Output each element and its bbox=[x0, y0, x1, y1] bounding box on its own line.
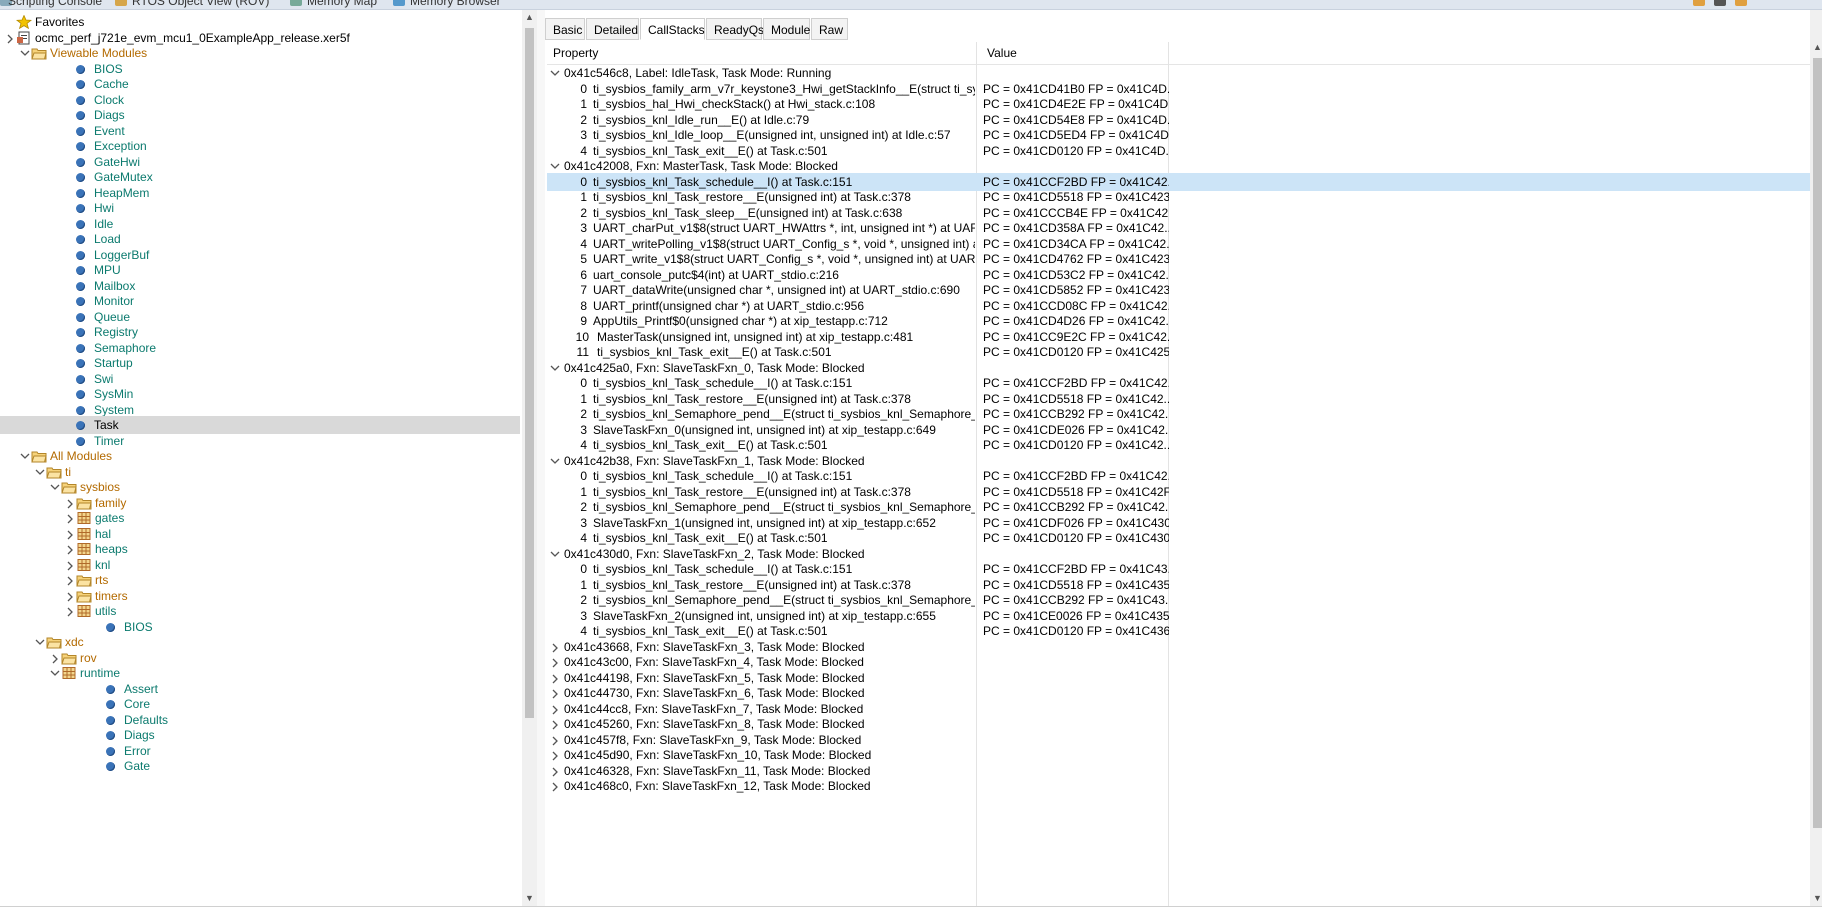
package-icon bbox=[76, 558, 92, 572]
tab-detailed[interactable]: Detailed bbox=[586, 18, 639, 40]
module-icon bbox=[106, 762, 115, 771]
tab-memory-browser[interactable]: Memory Browser bbox=[410, 0, 501, 8]
file-icon bbox=[16, 31, 32, 45]
folder-icon bbox=[76, 589, 92, 603]
folder-icon bbox=[31, 46, 47, 60]
module-icon bbox=[76, 328, 85, 337]
module-icon bbox=[106, 622, 115, 632]
folder-icon bbox=[61, 651, 77, 665]
module-icon bbox=[76, 436, 85, 446]
package-icon bbox=[61, 666, 77, 680]
module-icon bbox=[76, 266, 85, 275]
module-icon bbox=[106, 684, 115, 694]
folder-icon bbox=[46, 635, 62, 649]
tab-readyqs[interactable]: ReadyQs bbox=[706, 18, 764, 40]
table-scroll-up[interactable]: ▲ bbox=[1810, 40, 1822, 55]
toolbar-icon-2[interactable] bbox=[1714, 0, 1726, 6]
module-icon bbox=[76, 312, 85, 322]
module-icon bbox=[76, 173, 85, 182]
memory-map-icon bbox=[290, 0, 302, 6]
tree-item-label: Gate bbox=[124, 759, 151, 773]
module-icon bbox=[76, 374, 85, 384]
value-column-header[interactable]: Value bbox=[981, 42, 1171, 64]
memory-browser-icon bbox=[393, 0, 405, 6]
folder-icon bbox=[46, 465, 62, 479]
module-icon bbox=[76, 359, 85, 368]
package-icon bbox=[76, 527, 92, 541]
table-scrollbar[interactable]: ▲ ▼ bbox=[1810, 10, 1822, 906]
tab-scripting-console[interactable]: Scripting Console bbox=[8, 0, 102, 8]
module-icon bbox=[76, 95, 85, 105]
star-icon bbox=[15, 14, 33, 30]
module-icon bbox=[106, 715, 115, 725]
tree-scroll-up[interactable]: ▲ bbox=[522, 10, 537, 25]
module-icon bbox=[76, 343, 85, 353]
property-cell: 0x41c468c0, Fxn: SlaveTaskFxn_12, Task M… bbox=[547, 777, 975, 795]
module-icon bbox=[76, 390, 85, 399]
module-icon bbox=[106, 746, 115, 756]
value-cell bbox=[983, 777, 1169, 795]
module-icon bbox=[76, 204, 85, 213]
task-label: 0x41c468c0, Fxn: SlaveTaskFxn_12, Task M… bbox=[564, 779, 871, 793]
module-icon bbox=[106, 700, 115, 709]
package-icon bbox=[76, 542, 92, 556]
tab-basic[interactable]: Basic bbox=[545, 18, 585, 40]
module-icon bbox=[76, 405, 85, 415]
tab-raw[interactable]: Raw bbox=[811, 18, 848, 40]
package-icon bbox=[76, 511, 92, 525]
tree-scroll-thumb[interactable] bbox=[525, 28, 534, 718]
tab-callstacks[interactable]: CallStacks bbox=[640, 18, 705, 40]
module-icon bbox=[76, 142, 85, 151]
module-tree: Favorites ocmc_perf_j721e_evm_mcu1_0Examp… bbox=[0, 10, 522, 906]
callstacks-pane: Basic Detailed CallStacks ReadyQs Module Raw … bbox=[545, 10, 1810, 906]
folder-icon bbox=[76, 573, 92, 587]
tree-item-gate[interactable]: Gate bbox=[0, 757, 520, 775]
pane-divider[interactable] bbox=[537, 10, 545, 906]
table-header: Property Value bbox=[547, 42, 1810, 65]
module-icon bbox=[76, 219, 85, 229]
module-icon bbox=[76, 157, 85, 167]
table-scroll-thumb[interactable] bbox=[1813, 58, 1822, 828]
tree-scrollbar[interactable]: ▲ ▼ bbox=[522, 10, 537, 906]
tree-scroll-down[interactable]: ▼ bbox=[522, 891, 537, 906]
module-icon bbox=[76, 126, 85, 136]
package-icon bbox=[76, 604, 92, 618]
folder-icon bbox=[31, 449, 47, 463]
module-icon bbox=[76, 297, 85, 306]
module-icon bbox=[106, 731, 115, 740]
tab-memory-map[interactable]: Memory Map bbox=[307, 0, 377, 8]
table-scroll-down[interactable]: ▼ bbox=[1810, 891, 1822, 906]
module-icon bbox=[76, 188, 85, 198]
toolbar-icon-1[interactable] bbox=[1693, 0, 1705, 6]
rov-icon bbox=[115, 0, 127, 6]
tab-module[interactable]: Module bbox=[763, 18, 810, 40]
module-icon bbox=[76, 80, 85, 89]
module-icon bbox=[76, 281, 85, 291]
toolbar-icon-3[interactable] bbox=[1735, 0, 1747, 6]
tab-rov[interactable]: RTOS Object View (ROV) bbox=[132, 0, 269, 8]
module-icon bbox=[76, 235, 85, 244]
chevron-right-icon[interactable] bbox=[549, 777, 561, 795]
folder-icon bbox=[61, 480, 77, 494]
top-tab-strip: Scripting Console RTOS Object View (ROV)… bbox=[0, 0, 1822, 10]
module-icon bbox=[76, 250, 85, 260]
module-icon bbox=[76, 111, 85, 120]
module-icon bbox=[76, 421, 85, 430]
folder-icon bbox=[76, 496, 92, 510]
module-icon bbox=[76, 64, 85, 74]
task-row[interactable]: 0x41c468c0, Fxn: SlaveTaskFxn_12, Task M… bbox=[547, 777, 1810, 795]
property-column-header[interactable]: Property bbox=[547, 42, 975, 64]
